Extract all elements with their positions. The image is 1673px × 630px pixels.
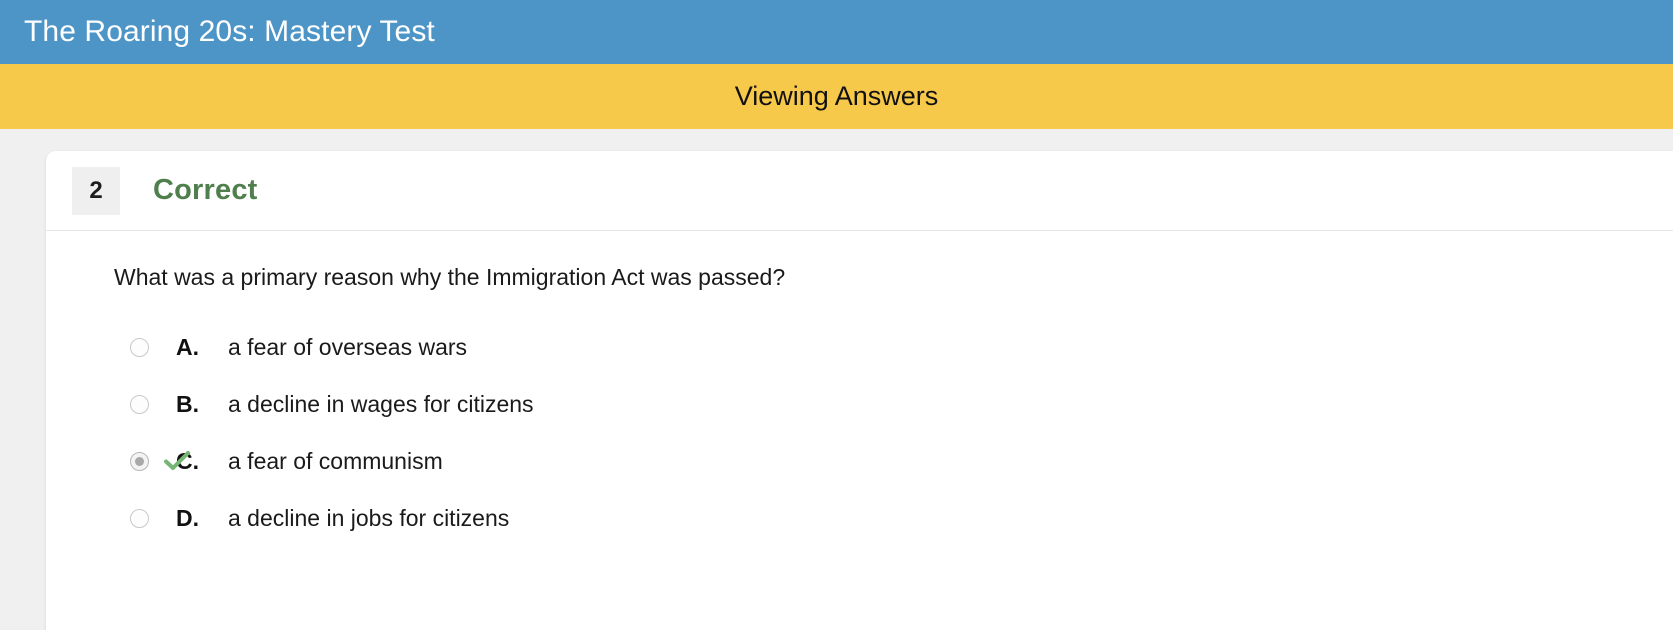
question-result-label: Correct (153, 174, 258, 206)
answer-radio-a[interactable] (130, 337, 149, 357)
answer-option-text: a fear of overseas wars (228, 333, 468, 360)
answer-radio-c[interactable] (130, 451, 149, 471)
page-title: The Roaring 20s: Mastery Test (24, 15, 435, 48)
answer-option-c[interactable]: C. a fear of communism (46, 433, 1673, 490)
page-body: 2 Correct What was a primary reason why … (0, 129, 1673, 630)
answer-radio-b[interactable] (130, 394, 149, 414)
question-card: 2 Correct What was a primary reason why … (46, 151, 1673, 630)
question-card-header: 2 Correct (46, 151, 1673, 231)
question-card-body: What was a primary reason why the Immigr… (46, 231, 1673, 547)
quiz-review-screen: The Roaring 20s: Mastery Test Viewing An… (0, 0, 1673, 630)
answer-option-text: a decline in jobs for citizens (228, 504, 510, 531)
answer-radio-d[interactable] (130, 508, 149, 528)
correct-answer-marker-slot (162, 332, 192, 362)
status-banner-label: Viewing Answers (734, 81, 939, 111)
answer-options-list: A. a fear of overseas wars B. a decline in … (46, 319, 1673, 547)
correct-answer-marker-slot (162, 503, 192, 533)
answer-option-b[interactable]: B. a decline in wages for citizens (46, 376, 1673, 433)
answer-option-text: a fear of communism (228, 447, 443, 474)
answer-option-a[interactable]: A. a fear of overseas wars (46, 319, 1673, 376)
answer-option-text: a decline in wages for citizens (228, 390, 534, 417)
question-text: What was a primary reason why the Immigr… (114, 264, 786, 290)
correct-answer-marker-slot (162, 446, 192, 476)
correct-answer-marker-slot (162, 389, 192, 419)
question-number-badge: 2 (72, 166, 120, 215)
answer-option-d[interactable]: D. a decline in jobs for citizens (46, 490, 1673, 547)
status-banner: Viewing Answers (0, 64, 1673, 129)
app-header: The Roaring 20s: Mastery Test (0, 0, 1673, 64)
check-icon (164, 451, 190, 471)
